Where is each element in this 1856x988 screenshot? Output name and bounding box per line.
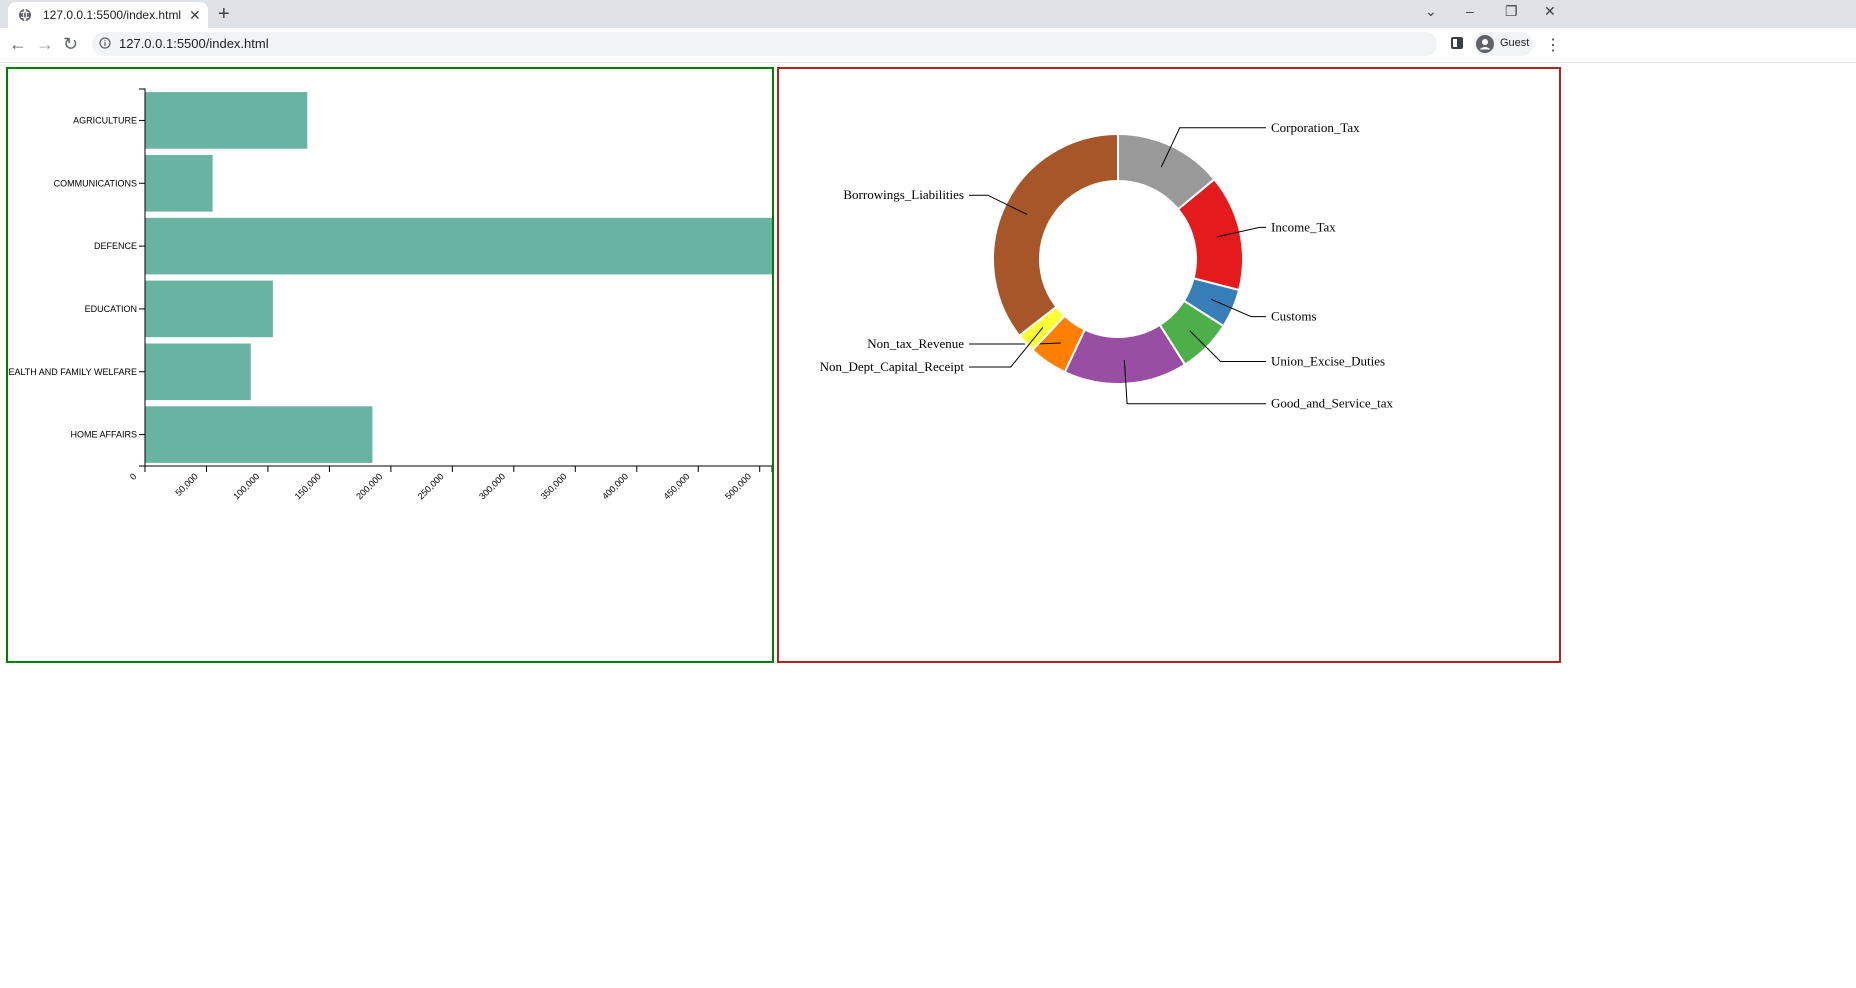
y-tick-label: HOME AFFAIRS (70, 430, 137, 440)
x-tick-label: 350,000 (539, 471, 569, 501)
minimize-icon[interactable]: – (1466, 3, 1474, 19)
browser-tab[interactable]: 127.0.0.1:5500/index.html ✕ (8, 2, 208, 28)
bar-health-and-family-welfare (145, 343, 251, 401)
x-tick-label: 100,000 (231, 471, 261, 501)
slice-label: Borrowings_Liabilities (843, 187, 964, 202)
bar-education (145, 280, 273, 338)
bar-communications (145, 155, 213, 212)
donut-chart-panel: Corporation_Tax Income_Tax Customs Union_Ex… (777, 67, 1561, 663)
slice-label: Non_tax_Revenue (867, 336, 964, 351)
address-bar[interactable]: 127.0.0.1:5500/index.html (92, 32, 1437, 56)
profile-button[interactable]: Guest (1473, 32, 1533, 56)
bar-home-affairs (145, 406, 373, 463)
x-tick-label: 500,000 (723, 471, 753, 501)
y-tick-label: AGRICULTURE (73, 115, 137, 125)
reload-icon[interactable]: ↻ (63, 34, 78, 55)
info-icon (99, 37, 111, 49)
x-tick-label: 50,000 (173, 471, 200, 498)
y-tick-label: COMMUNICATIONS (54, 178, 137, 188)
tab-strip: 127.0.0.1:5500/index.html ✕ + ⌄ – ❐ ✕ (0, 0, 1856, 28)
restore-icon[interactable]: ❐ (1505, 3, 1518, 20)
x-tick-label: 150,000 (293, 471, 323, 501)
x-tick-label: 450,000 (662, 471, 692, 501)
slice-label: Non_Dept_Capital_Receipt (820, 359, 965, 374)
url-text: 127.0.0.1:5500/index.html (119, 36, 269, 51)
menu-dots-icon[interactable]: ⋮ (1545, 35, 1561, 55)
y-tick-label: HEALTH AND FAMILY WELFARE (8, 367, 137, 377)
x-tick-label: 200,000 (354, 471, 384, 501)
donut-chart: Corporation_Tax Income_Tax Customs Union_Ex… (820, 120, 1394, 411)
back-arrow-icon[interactable]: ← (9, 34, 27, 55)
close-window-icon[interactable]: ✕ (1544, 3, 1556, 20)
bar-agriculture (145, 92, 308, 149)
slice-label: Income_Tax (1271, 219, 1336, 234)
y-tick-label: EDUCATION (85, 304, 137, 314)
x-tick-label: 0 (128, 471, 139, 482)
chevron-down-icon[interactable]: ⌄ (1425, 3, 1437, 20)
avatar-icon (1476, 35, 1494, 53)
y-tick-label: DEFENCE (94, 241, 137, 251)
slice-borrowings-liabilities (992, 132, 1119, 338)
y-axis (139, 88, 146, 467)
slice-label: Union_Excise_Duties (1271, 354, 1385, 369)
profile-name: Guest (1500, 37, 1530, 49)
globe-icon (19, 8, 31, 22)
plus-icon[interactable]: + (218, 3, 230, 26)
x-axis (144, 465, 773, 472)
forward-arrow-icon[interactable]: → (36, 34, 54, 55)
x-tick-label: 300,000 (477, 471, 507, 501)
x-tick-label: 400,000 (600, 471, 630, 501)
tab-title: 127.0.0.1:5500/index.html (43, 8, 182, 22)
slice-label: Good_and_Service_tax (1271, 396, 1394, 411)
slice-label: Customs (1271, 309, 1317, 324)
leader-line (969, 342, 1061, 345)
bar-chart: AGRICULTURE COMMUNICATIONS DEFENCE EDUCATIO… (2, 88, 773, 501)
side-panel-icon[interactable] (1451, 37, 1463, 49)
bar-chart-panel: AGRICULTURE COMMUNICATIONS DEFENCE EDUCATIO… (2, 67, 774, 663)
x-tick-label: 250,000 (416, 471, 446, 501)
browser-toolbar: ← → ↻ 127.0.0.1:5500/index.html Guest ⋮ (0, 28, 1856, 63)
slice-label: Corporation_Tax (1271, 120, 1360, 135)
bar-defence (145, 217, 772, 275)
close-icon[interactable]: ✕ (189, 7, 201, 24)
